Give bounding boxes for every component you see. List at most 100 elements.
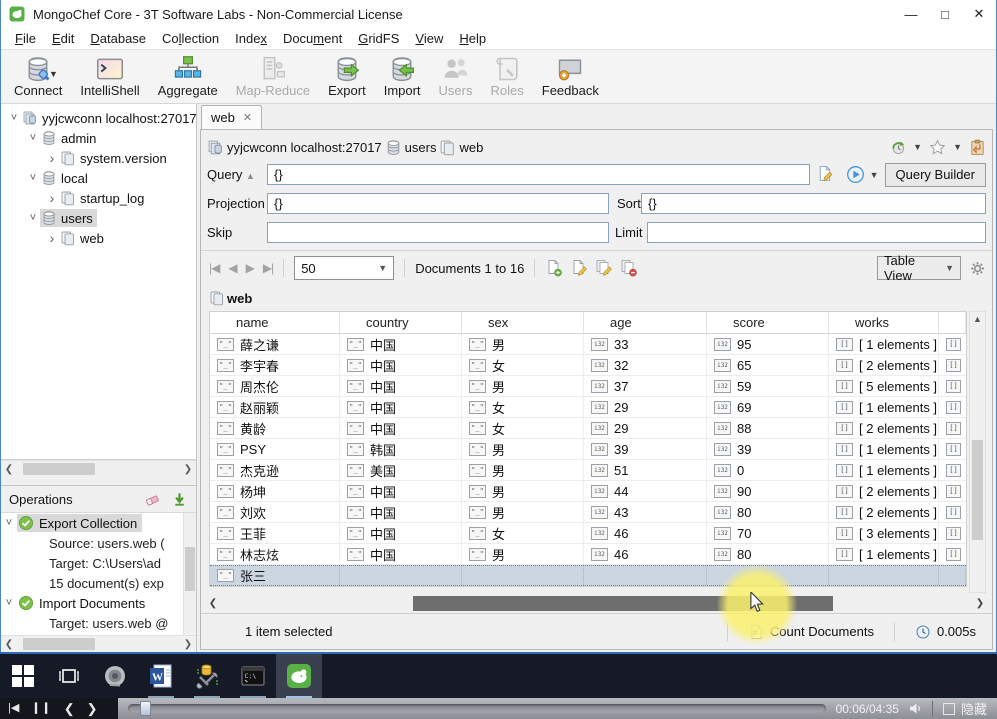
table-row[interactable]: "_"薛之谦"_"中国"_"男i3233i3295[][ 1 elements … <box>210 334 966 355</box>
step-forward-icon[interactable]: ❯ <box>87 702 98 715</box>
menu-index[interactable]: Index <box>227 29 275 48</box>
cell-name[interactable]: "_"林志炫 <box>210 544 340 564</box>
chevron-down-icon[interactable]: ˅ <box>1 517 17 529</box>
run-query-icon[interactable] <box>846 165 865 184</box>
cell-score[interactable]: i3259 <box>707 376 829 396</box>
cell-sex[interactable]: "_"男 <box>462 544 584 564</box>
table-horizontal-scrollbar[interactable]: ❮ ❯ <box>203 595 990 612</box>
operation-detail[interactable]: Source: users.web ( <box>1 533 196 553</box>
menu-collection[interactable]: Collection <box>154 29 227 48</box>
operation-import-documents[interactable]: ˅Import Documents <box>1 593 196 613</box>
menu-edit[interactable]: Edit <box>44 29 82 48</box>
scrollbar-thumb[interactable] <box>185 547 195 591</box>
column-header-works[interactable]: works <box>829 312 939 333</box>
delete-document-icon[interactable] <box>620 259 638 277</box>
cell-sex[interactable]: "_"男 <box>462 334 584 354</box>
cell-age[interactable] <box>584 566 707 585</box>
previous-page-icon[interactable]: ◀ <box>228 261 236 275</box>
column-header-sex[interactable]: sex <box>462 312 584 333</box>
add-document-icon[interactable] <box>545 259 563 277</box>
download-operations-icon[interactable] <box>171 491 188 508</box>
scroll-right-icon[interactable]: ❯ <box>180 461 196 477</box>
close-button[interactable]: ✕ <box>962 1 996 27</box>
menu-database[interactable]: Database <box>82 29 154 48</box>
scrollbar-thumb[interactable] <box>972 440 983 540</box>
cell-score[interactable]: i3239 <box>707 439 829 459</box>
cell-name[interactable]: "_"PSY <box>210 439 340 459</box>
scrollbar-thumb[interactable] <box>23 463 95 475</box>
tree-item-startup-log[interactable]: ›startup_log <box>1 188 196 208</box>
scroll-left-icon[interactable]: ❮ <box>1 461 17 477</box>
breadcrumb-collection[interactable]: web <box>459 140 483 155</box>
column-header-clipped[interactable] <box>939 312 966 333</box>
minimize-button[interactable]: — <box>894 1 928 27</box>
intellishell-button[interactable]: IntelliShell <box>71 52 148 101</box>
cell-score[interactable]: i3270 <box>707 523 829 543</box>
query-builder-button[interactable]: Query Builder <box>885 163 986 187</box>
maximize-button[interactable]: □ <box>928 1 962 27</box>
cell-works[interactable]: [][ 1 elements ] <box>829 397 939 417</box>
cell-works[interactable] <box>829 566 939 585</box>
tree-item-system-version[interactable]: ›system.version <box>1 148 196 168</box>
operation-detail[interactable]: 15 document(s) exp <box>1 573 196 593</box>
cell-sex[interactable]: "_"女 <box>462 397 584 417</box>
cell-works[interactable]: [][ 1 elements ] <box>829 460 939 480</box>
tree-horizontal-scrollbar[interactable]: ❮ ❯ <box>1 460 196 477</box>
cell-country[interactable]: "_"韩国 <box>340 439 462 459</box>
edit-multiple-documents-icon[interactable] <box>595 259 613 277</box>
cell-age[interactable]: i3244 <box>584 481 707 501</box>
menu-document[interactable]: Document <box>275 29 350 48</box>
operation-detail[interactable]: Target: C:\Users\ad <box>1 553 196 573</box>
table-row[interactable]: "_"赵丽颖"_"中国"_"女i3229i3269[][ 1 elements … <box>210 397 966 418</box>
cell-sex[interactable]: "_"男 <box>462 502 584 522</box>
cell-name[interactable]: "_"杰克逊 <box>210 460 340 480</box>
cell-name[interactable]: "_"张三 <box>210 566 340 585</box>
query-history-icon[interactable] <box>889 139 906 156</box>
cell-works[interactable]: [][ 1 elements ] <box>829 544 939 564</box>
cell-country[interactable] <box>340 566 462 585</box>
first-page-icon[interactable]: |◀ <box>209 261 219 275</box>
cell-name[interactable]: "_"周杰伦 <box>210 376 340 396</box>
count-documents-button[interactable]: # Count Documents <box>738 624 884 640</box>
cell-works[interactable]: [][ 2 elements ] <box>829 502 939 522</box>
cell-works[interactable]: [][ 2 elements ] <box>829 355 939 375</box>
cell-clipped[interactable]: [][ <box>939 502 966 522</box>
chevron-right-icon[interactable]: › <box>45 230 59 246</box>
skip-input[interactable] <box>267 222 609 243</box>
connect-dropdown-icon[interactable]: ▼ <box>49 69 58 79</box>
cell-clipped[interactable]: [][ <box>939 418 966 438</box>
operation-export-collection[interactable]: ˅Export Collection <box>1 513 196 533</box>
operations-horizontal-scrollbar[interactable]: ❮ ❯ <box>1 635 196 652</box>
cell-works[interactable]: [][ 3 elements ] <box>829 523 939 543</box>
cell-works[interactable]: [][ 2 elements ] <box>829 481 939 501</box>
cell-clipped[interactable]: [][ <box>939 481 966 501</box>
favorites-dropdown-icon[interactable]: ▼ <box>950 142 965 152</box>
chevron-down-icon[interactable]: ˅ <box>26 132 40 144</box>
view-settings-gear-icon[interactable] <box>969 260 986 277</box>
taskbar-start-button[interactable] <box>0 654 46 698</box>
cell-score[interactable]: i320 <box>707 460 829 480</box>
cell-score[interactable]: i3290 <box>707 481 829 501</box>
taskbar-word-app[interactable]: W <box>138 654 184 698</box>
tree-item-web[interactable]: ›web <box>1 228 196 248</box>
cell-country[interactable]: "_"中国 <box>340 397 462 417</box>
connect-button[interactable]: Connect▼ <box>5 52 71 101</box>
cell-age[interactable]: i3229 <box>584 418 707 438</box>
cell-clipped[interactable]: [][ <box>939 334 966 354</box>
cell-name[interactable]: "_"薛之谦 <box>210 334 340 354</box>
cell-age[interactable]: i3239 <box>584 439 707 459</box>
cell-name[interactable]: "_"黄龄 <box>210 418 340 438</box>
taskbar-volume-app[interactable] <box>92 654 138 698</box>
operation-detail[interactable]: Target: users.web @ <box>1 613 196 633</box>
cell-sex[interactable] <box>462 566 584 585</box>
cell-clipped[interactable]: [][ <box>939 355 966 375</box>
table-row[interactable]: "_"杨坤"_"中国"_"男i3244i3290[][ 2 elements ]… <box>210 481 966 502</box>
scroll-up-icon[interactable]: ▲ <box>970 312 985 327</box>
sort-input[interactable] <box>641 193 986 214</box>
cell-works[interactable]: [][ 1 elements ] <box>829 439 939 459</box>
cell-clipped[interactable]: [][ <box>939 544 966 564</box>
table-row[interactable]: "_"刘欢"_"中国"_"男i3243i3280[][ 2 elements ]… <box>210 502 966 523</box>
last-page-icon[interactable]: ▶| <box>263 261 273 275</box>
taskbar-task-view-button[interactable] <box>46 654 92 698</box>
cell-age[interactable]: i3232 <box>584 355 707 375</box>
